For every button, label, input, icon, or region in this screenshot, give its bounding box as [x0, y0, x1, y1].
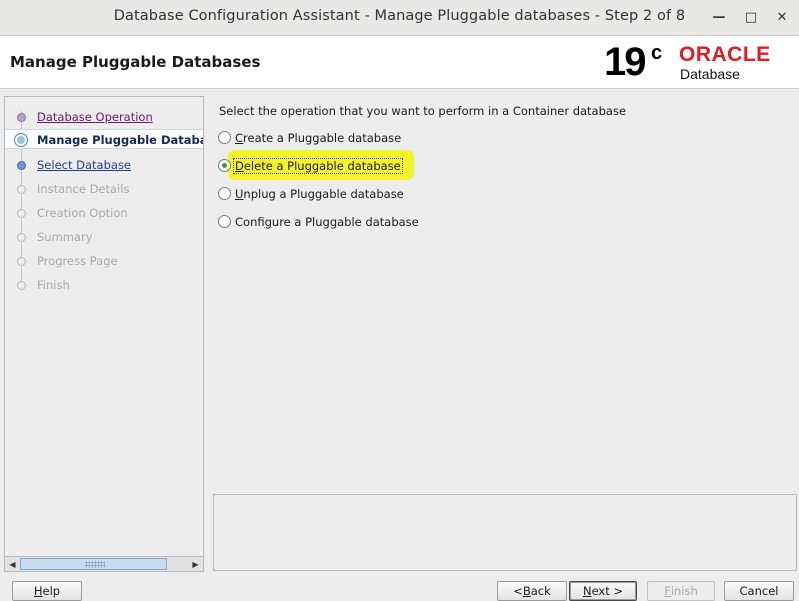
message-area [213, 494, 797, 571]
radio-button[interactable] [218, 215, 231, 228]
maximize-icon[interactable]: □ [741, 7, 761, 27]
nav-item-select-database[interactable]: Select Database [5, 155, 203, 175]
nav-item-manage-pluggable-databases[interactable]: Manage Pluggable Databases [5, 129, 203, 149]
scroll-left-icon[interactable]: ◀ [6, 558, 19, 571]
radio-label[interactable]: Create a Pluggable database [235, 131, 401, 145]
nav-item-finish: Finish [5, 275, 203, 295]
window-titlebar[interactable]: Database Configuration Assistant - Manag… [0, 0, 799, 36]
nav-item-summary: Summary [5, 227, 203, 247]
window-title: Database Configuration Assistant - Manag… [113, 8, 686, 24]
step-pending-icon [17, 209, 26, 218]
nav-item-label: Creation Option [37, 206, 128, 220]
scroll-right-icon[interactable]: ▶ [189, 558, 202, 571]
radio-label[interactable]: Unplug a Pluggable database [235, 187, 404, 201]
nav-item-instance-details: Instance Details [5, 179, 203, 199]
logo-version: 19 [604, 40, 646, 84]
oracle-logo: 19 c ORACLE Database [601, 40, 791, 86]
logo-brand: ORACLE [679, 43, 771, 66]
step-pending-icon [17, 185, 26, 194]
radio-label[interactable]: Configure a Pluggable database [235, 215, 419, 229]
nav-item-database-operation[interactable]: Database Operation [5, 107, 203, 127]
page-title: Manage Pluggable Databases [10, 53, 261, 71]
nav-item-label: Database Operation [37, 110, 153, 124]
nav-item-label: Progress Page [37, 254, 118, 268]
radio-button[interactable] [218, 159, 231, 172]
step-pending-icon [17, 233, 26, 242]
step-visited-icon [17, 113, 26, 122]
help-button[interactable]: Help [12, 581, 82, 601]
main-panel: Select the operation that you want to pe… [210, 96, 799, 572]
nav-item-progress-page: Progress Page [5, 251, 203, 271]
radio-label[interactable]: Delete a Pluggable database [233, 158, 403, 174]
finish-button: Finish [647, 581, 715, 601]
scrollbar-thumb[interactable] [20, 558, 167, 570]
nav-item-creation-option: Creation Option [5, 203, 203, 223]
back-button[interactable]: < Back [497, 581, 567, 601]
step-pending-icon [17, 281, 26, 290]
next-button[interactable]: Next > [569, 581, 637, 601]
step-pending-icon [17, 257, 26, 266]
operation-prompt: Select the operation that you want to pe… [219, 104, 627, 118]
nav-item-label: Select Database [37, 158, 132, 172]
logo-product: Database [680, 66, 740, 82]
cancel-button[interactable]: Cancel [724, 581, 794, 601]
nav-item-label: Manage Pluggable Databases [37, 133, 203, 147]
grip-icon [85, 561, 105, 568]
nav-item-label: Summary [37, 230, 93, 244]
logo-version-suffix: c [651, 42, 663, 64]
step-current-icon [15, 134, 27, 146]
page-header: Manage Pluggable Databases 19 c ORACLE D… [0, 36, 799, 89]
minimize-icon[interactable]: — [709, 7, 729, 27]
step-next-icon [17, 161, 26, 170]
radio-button[interactable] [218, 187, 231, 200]
step-navigation: Database Operation Manage Pluggable Data… [4, 96, 204, 572]
radio-button[interactable] [218, 131, 231, 144]
nav-horizontal-scrollbar[interactable]: ◀ ▶ [5, 556, 203, 571]
nav-item-label: Finish [37, 278, 70, 292]
close-icon[interactable]: ✕ [772, 7, 792, 27]
nav-item-label: Instance Details [37, 182, 130, 196]
